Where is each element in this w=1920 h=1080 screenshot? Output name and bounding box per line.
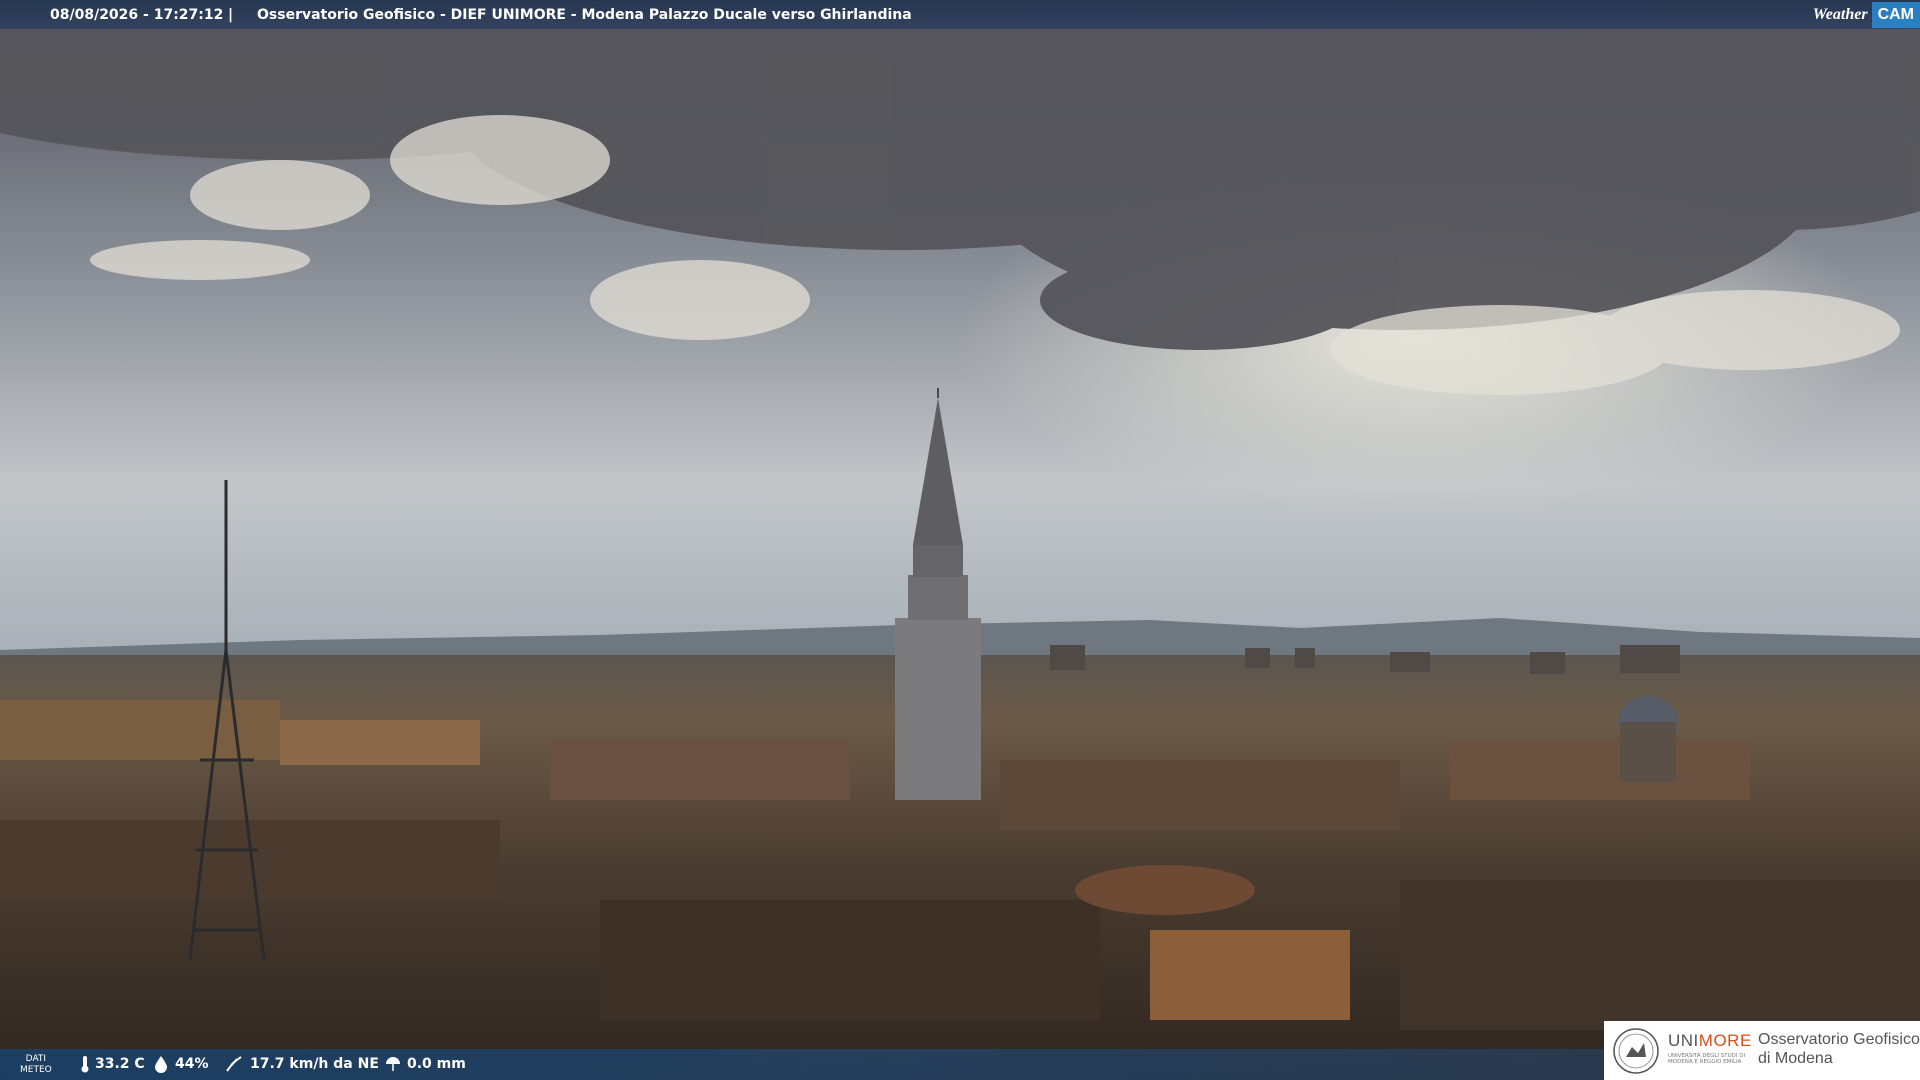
unimore-branding: UNIMORE UNIVERSITÀ DEGLI STUDI DI MODENA… xyxy=(1604,1021,1920,1080)
observatory-line2: di Modena xyxy=(1758,1050,1833,1067)
weathercam-logo: Weather CAM xyxy=(1807,0,1920,29)
unimore-wordmark: UNIMORE xyxy=(1668,1031,1752,1051)
weathercam-logo-right: CAM xyxy=(1871,1,1920,28)
humidity-reading: 44% xyxy=(152,1055,209,1073)
separator: | xyxy=(228,7,234,23)
temperature-value: 33.2 C xyxy=(95,1056,145,1072)
humidity-value: 44% xyxy=(175,1056,209,1072)
camera-title: Osservatorio Geofisico - DIEF UNIMORE - … xyxy=(257,7,912,23)
timestamp: 08/08/2026 - 17:27:12 xyxy=(50,7,224,23)
weather-data-bar: DATI METEO 33.2 C 44% 17.7 km/h da NE 0.… xyxy=(0,1049,1604,1080)
observatory-name: Osservatorio Geofisico di Modena xyxy=(1758,1030,1920,1068)
uni-prefix: UNI xyxy=(1668,1031,1699,1050)
observatory-line1: Osservatorio Geofisico xyxy=(1758,1031,1920,1048)
wind-icon xyxy=(225,1055,245,1073)
rain-icon xyxy=(384,1055,402,1073)
wind-value: 17.7 km/h da NE xyxy=(250,1056,379,1072)
dati-line2: METEO xyxy=(20,1065,52,1075)
webcam-scene xyxy=(0,0,1920,1080)
uni-suffix: MORE xyxy=(1698,1031,1752,1050)
dati-line1: DATI xyxy=(25,1054,47,1064)
unimore-subtitle: UNIVERSITÀ DEGLI STUDI DI MODENA E REGGI… xyxy=(1668,1053,1746,1065)
humidity-drop-icon xyxy=(152,1055,170,1073)
weathercam-logo-left: Weather xyxy=(1812,5,1868,23)
thermometer-icon xyxy=(80,1055,90,1073)
temperature-reading: 33.2 C xyxy=(80,1055,145,1073)
dati-meteo-label: DATI METEO xyxy=(20,1054,52,1076)
dome xyxy=(1618,696,1678,782)
university-seal-icon xyxy=(1613,1028,1659,1074)
rain-reading: 0.0 mm xyxy=(384,1055,466,1073)
top-info-bar: 08/08/2026 - 17:27:12 | Osservatorio Geo… xyxy=(0,0,1920,29)
rain-value: 0.0 mm xyxy=(407,1056,466,1072)
wind-reading: 17.7 km/h da NE xyxy=(225,1055,379,1073)
